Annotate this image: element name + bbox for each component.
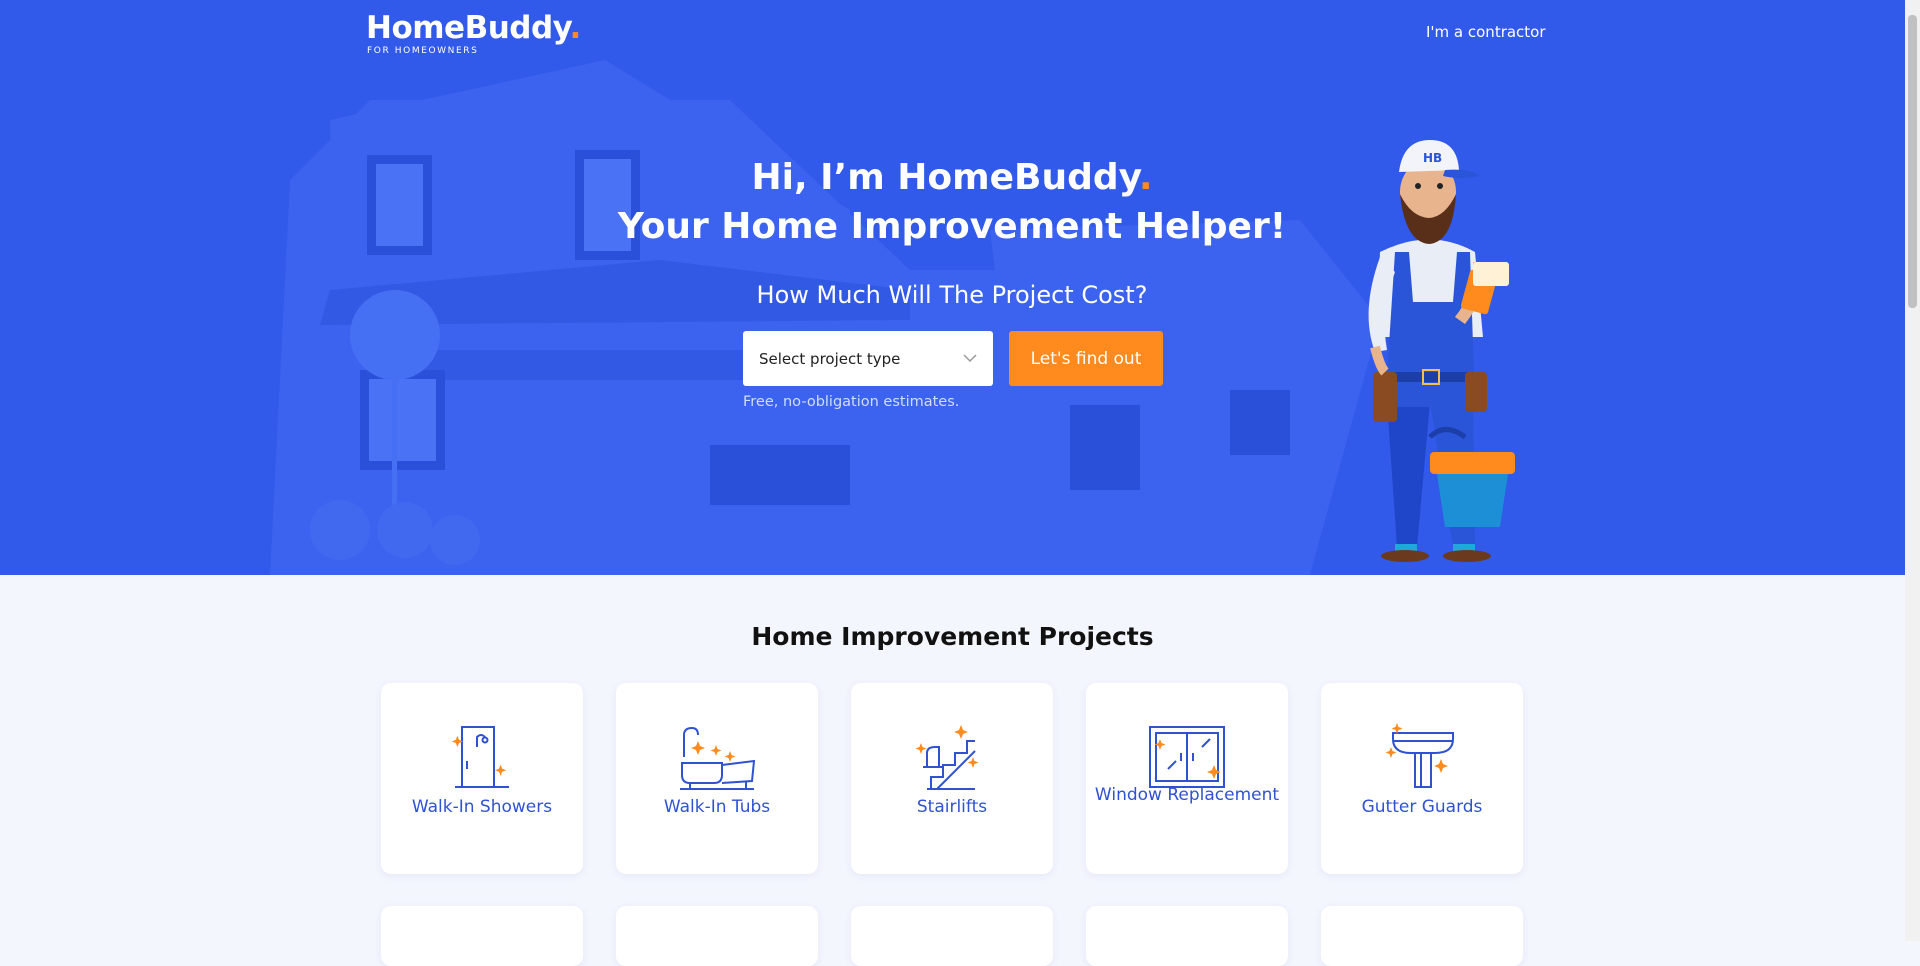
scrollbar-thumb[interactable] <box>1908 15 1917 308</box>
project-card-partial[interactable] <box>1086 906 1288 966</box>
hero-section: HomeBuddy. FOR HOMEOWNERS I'm a contract… <box>0 0 1905 575</box>
stairlift-icon <box>915 725 979 790</box>
project-label: Walk-In Showers <box>411 797 553 817</box>
homebuddy-mascot-illustration: HB <box>1368 140 1515 562</box>
project-card-partial[interactable] <box>616 906 818 966</box>
project-card-window-replacement[interactable]: Window Replacement <box>1086 683 1288 874</box>
contractor-link[interactable]: I'm a contractor <box>1426 23 1546 41</box>
estimate-note: Free, no-obligation estimates. <box>743 394 960 410</box>
brand-name: HomeBuddy. <box>366 10 581 46</box>
project-label: Window Replacement <box>1094 785 1280 805</box>
project-label: Gutter Guards <box>1361 797 1483 817</box>
project-card-gutter-guards[interactable]: Gutter Guards <box>1321 683 1523 874</box>
gutter-icon <box>1385 723 1454 788</box>
window-icon <box>1149 726 1225 788</box>
chevron-down-icon <box>963 354 977 363</box>
project-card-partial[interactable] <box>381 906 583 966</box>
select-placeholder: Select project type <box>759 349 901 368</box>
project-type-select[interactable]: Select project type <box>743 331 993 386</box>
project-card-partial[interactable] <box>1321 906 1523 966</box>
brand-tagline: FOR HOMEOWNERS <box>367 46 479 56</box>
project-label: Walk-In Tubs <box>663 797 771 817</box>
projects-title: Home Improvement Projects <box>751 622 1154 651</box>
brand-logo[interactable]: HomeBuddy. FOR HOMEOWNERS <box>366 10 581 56</box>
find-out-button[interactable]: Let's find out <box>1009 331 1163 386</box>
project-card-walk-in-showers[interactable]: Walk-In Showers <box>381 683 583 874</box>
project-label: Stairlifts <box>916 797 988 817</box>
shower-icon <box>451 726 509 788</box>
project-card-partial[interactable] <box>851 906 1053 966</box>
project-card-stairlifts[interactable]: Stairlifts <box>851 683 1053 874</box>
hero-headline: Hi, I’m HomeBuddy. Your Home Improvement… <box>617 157 1287 247</box>
hero-subheadline: How Much Will The Project Cost? <box>756 281 1148 309</box>
bathtub-icon <box>680 726 756 790</box>
page-scrollbar[interactable] <box>1905 0 1920 941</box>
mascot-cap-text: HB <box>1423 151 1442 165</box>
project-card-walk-in-tubs[interactable]: Walk-In Tubs <box>616 683 818 874</box>
